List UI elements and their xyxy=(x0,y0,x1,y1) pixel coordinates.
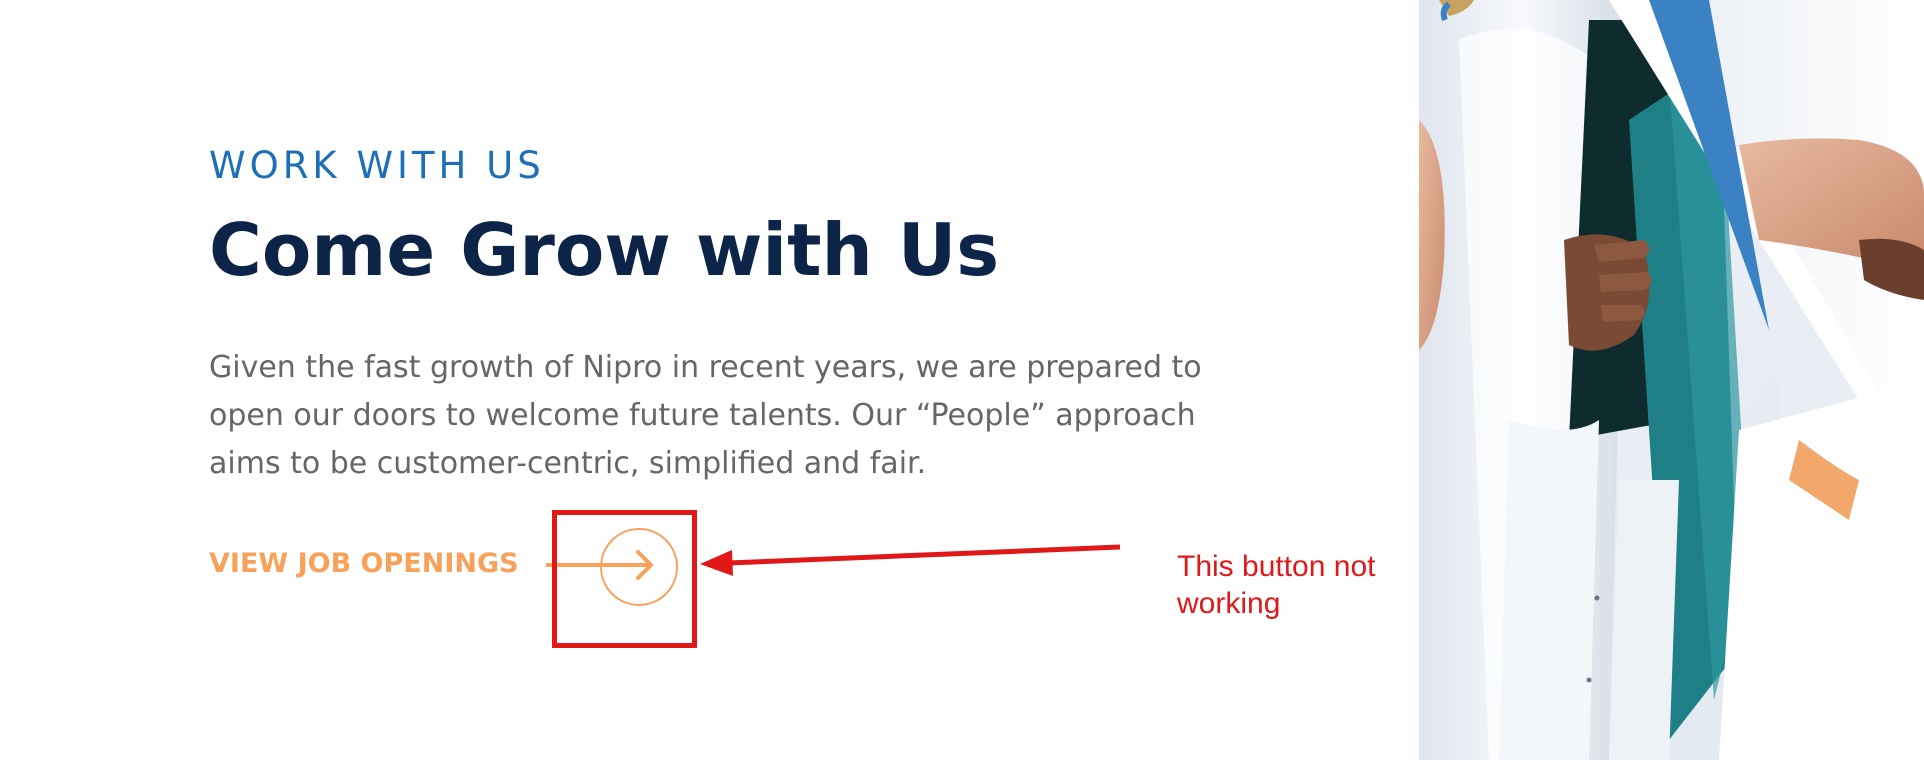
annotation-arrow-head xyxy=(700,550,733,576)
page: WORK WITH US Come Grow with Us Given the… xyxy=(0,0,1924,760)
medical-team-handshake-image xyxy=(1419,0,1924,760)
work-with-us-section: WORK WITH US Come Grow with Us Given the… xyxy=(209,140,1269,488)
section-eyebrow: WORK WITH US xyxy=(209,144,545,187)
annotation-arrow-line xyxy=(727,544,1121,566)
view-job-openings-link[interactable]: VIEW JOB OPENINGS xyxy=(209,548,519,579)
section-description: Given the fast growth of Nipro in recent… xyxy=(209,350,1202,481)
annotation-arrow-icon xyxy=(700,544,1121,576)
section-title: Come Grow with Us xyxy=(209,208,1000,292)
photo-illustration xyxy=(1419,0,1924,760)
annotation-note: This button not working xyxy=(1177,550,1376,620)
annotation-highlight-box xyxy=(552,510,697,648)
view-job-openings-label: VIEW JOB OPENINGS xyxy=(209,548,519,579)
